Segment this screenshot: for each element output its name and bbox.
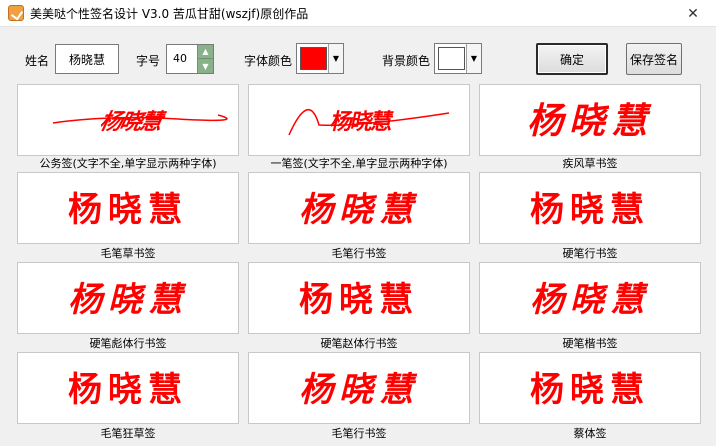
signature-caption: 硬笔赵体行书签: [320, 337, 398, 350]
signature-preview[interactable]: 杨晓慧: [17, 172, 239, 244]
font-color-label: 字体颜色: [244, 54, 293, 68]
save-signature-button[interactable]: 保存签名: [626, 43, 682, 75]
bg-color-picker[interactable]: ▼: [434, 43, 482, 74]
size-label: 字号: [136, 54, 161, 68]
signature-drawing: 杨晓慧: [68, 280, 188, 320]
signature-drawing: 杨晓慧: [530, 190, 650, 230]
size-value: 40: [173, 52, 187, 65]
signature-text: 杨晓慧: [68, 370, 188, 410]
signature-preview[interactable]: 杨晓慧: [17, 352, 239, 424]
signature-preview[interactable]: 杨晓慧: [248, 84, 470, 156]
signature-text: 杨晓慧: [97, 109, 168, 135]
signature-drawing: 杨晓慧: [530, 370, 650, 410]
signature-drawing: 杨晓慧: [299, 281, 419, 319]
signature-caption: 毛笔草书签: [100, 247, 156, 260]
signature-drawing: 杨晓慧: [68, 190, 188, 230]
window-title: 美美哒个性签名设计 V3.0 苦瓜甘甜(wszjf)原创作品: [30, 7, 309, 21]
signature-text: 杨晓慧: [527, 101, 653, 142]
signature-caption: 硬笔行书签: [562, 247, 618, 260]
signature-preview[interactable]: 杨晓慧: [248, 172, 470, 244]
name-input[interactable]: 杨晓慧: [55, 44, 119, 74]
signature-caption: 一笔签(文字不全,单字显示两种字体): [270, 157, 448, 170]
spin-up-icon[interactable]: ▲: [197, 45, 213, 59]
bg-color-label: 背景颜色: [382, 54, 431, 68]
signature-drawing: 杨晓慧: [299, 371, 419, 409]
signature-preview[interactable]: 杨晓慧: [479, 352, 701, 424]
signature-preview[interactable]: 杨晓慧: [248, 262, 470, 334]
signature-preview[interactable]: 杨晓慧: [479, 84, 701, 156]
title-bar: 美美哒个性签名设计 V3.0 苦瓜甘甜(wszjf)原创作品 ✕: [0, 0, 716, 27]
signature-preview[interactable]: 杨晓慧: [479, 262, 701, 334]
signature-text: 杨晓慧: [299, 281, 419, 319]
signature-preview[interactable]: 杨晓慧: [17, 262, 239, 334]
signature-text: 杨晓慧: [530, 370, 650, 410]
signature-drawing: 杨晓慧: [530, 280, 650, 320]
chevron-down-icon[interactable]: ▼: [466, 44, 481, 73]
signature-preview[interactable]: 杨晓慧: [479, 172, 701, 244]
signature-text: 杨晓慧: [68, 280, 188, 320]
font-color-picker[interactable]: ▼: [296, 43, 344, 74]
chevron-down-icon[interactable]: ▼: [328, 44, 343, 73]
signature-preview[interactable]: 杨晓慧: [248, 352, 470, 424]
signature-caption: 硬笔楷书签: [562, 337, 618, 350]
toolbar: 姓名 杨晓慧 字号 40 ▲ ▼ 字体颜色 ▼ 背景颜色 ▼ 确定 保存签名: [0, 28, 716, 84]
font-color-swatch: [300, 47, 327, 70]
signature-caption: 公务签(文字不全,单字显示两种字体): [39, 157, 217, 170]
signature-text: 杨晓慧: [299, 371, 419, 409]
signature-drawing: 杨晓慧: [527, 101, 653, 142]
signature-text: 杨晓慧: [530, 280, 650, 320]
signature-drawing: 杨晓慧: [288, 108, 450, 136]
signature-grid: 杨晓慧 公务签(文字不全,单字显示两种字体) 杨晓慧 一笔签(文字不全,单字显示两种字…: [0, 84, 716, 446]
confirm-button[interactable]: 确定: [536, 43, 608, 75]
signature-text: 杨晓慧: [299, 191, 419, 229]
close-button[interactable]: ✕: [670, 0, 716, 27]
app-icon: [8, 5, 24, 21]
signature-caption: 蔡体签: [573, 427, 607, 440]
signature-caption: 毛笔狂草签: [100, 427, 156, 440]
signature-drawing: 杨晓慧: [68, 370, 188, 410]
signature-text: 杨晓慧: [68, 190, 188, 230]
signature-preview[interactable]: 杨晓慧: [17, 84, 239, 156]
signature-caption: 疾风草书签: [562, 157, 618, 170]
size-stepper[interactable]: 40 ▲ ▼: [166, 44, 214, 74]
signature-drawing: 杨晓慧: [299, 191, 419, 229]
name-label: 姓名: [25, 54, 50, 68]
signature-text: 杨晓慧: [530, 190, 650, 230]
spin-down-icon[interactable]: ▼: [197, 59, 213, 73]
signature-caption: 毛笔行书签: [331, 247, 387, 260]
signature-drawing: 杨晓慧: [52, 109, 228, 135]
signature-caption: 硬笔彪体行书签: [89, 337, 167, 350]
bg-color-swatch: [438, 47, 465, 70]
signature-caption: 毛笔行书签: [331, 427, 387, 440]
